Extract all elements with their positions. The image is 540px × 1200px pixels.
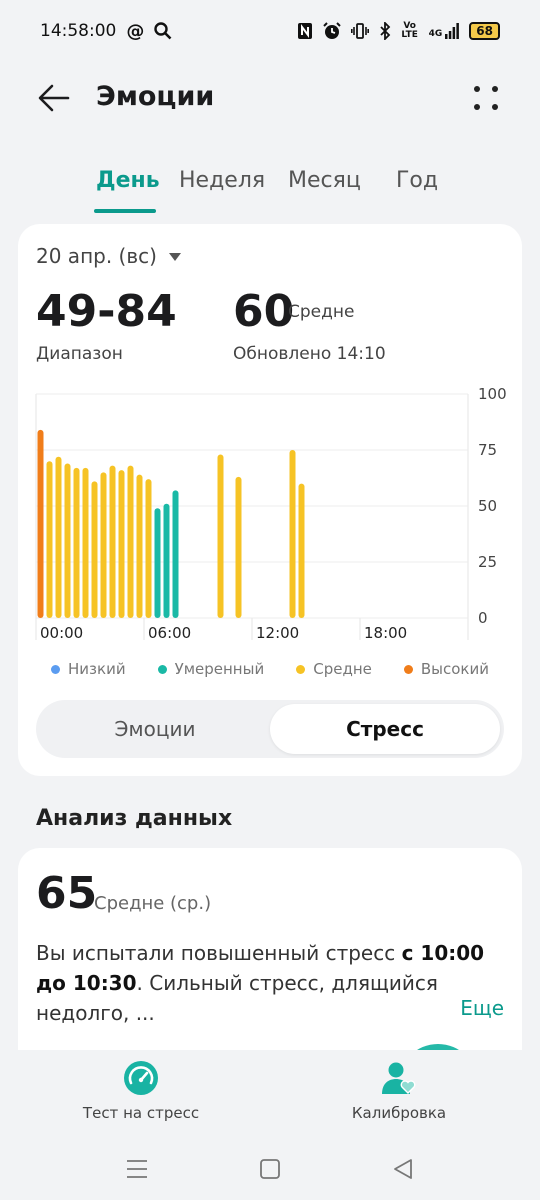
back-arrow-icon[interactable]	[36, 80, 72, 116]
legend-low-label: Низкий	[68, 660, 126, 678]
chart-bar	[55, 456, 62, 618]
more-link[interactable]: Еще	[460, 996, 504, 1020]
tab-year[interactable]: Год	[396, 168, 438, 193]
active-tab-indicator	[94, 209, 156, 213]
chart-bar	[235, 476, 242, 618]
bluetooth-icon	[380, 22, 390, 40]
chart-bar	[109, 465, 116, 618]
x-tick-label: 12:00	[256, 624, 299, 642]
gauge-icon	[124, 1061, 158, 1095]
chart-bar	[298, 483, 305, 618]
chart-bar	[145, 479, 152, 618]
dropdown-caret-icon	[168, 253, 181, 261]
chart-bar	[163, 503, 170, 618]
home-icon[interactable]	[255, 1154, 285, 1184]
chart-bar	[127, 465, 134, 618]
legend-high-label: Высокий	[420, 660, 489, 678]
network-type: 4G	[428, 29, 443, 39]
back-triangle-icon[interactable]	[388, 1154, 418, 1184]
legend-moderate-label: Умеренный	[174, 660, 265, 678]
chart-bar	[64, 463, 71, 618]
system-nav-bar	[0, 1140, 540, 1200]
analysis-section-title: Анализ данных	[36, 806, 233, 831]
chart-bar	[91, 481, 98, 618]
chart-bar	[118, 470, 125, 618]
calibration-button[interactable]: Калибровка	[299, 1060, 499, 1122]
date-label: 20 апр. (вс)	[36, 244, 157, 268]
chart-bar	[172, 490, 179, 618]
chart-bar	[136, 474, 143, 618]
nfc-icon	[297, 23, 312, 39]
average-level: Средне	[288, 302, 355, 322]
person-heart-icon	[382, 1062, 416, 1094]
calibration-label: Калибровка	[351, 1104, 447, 1122]
vibrate-icon	[350, 23, 369, 39]
period-tabs: День Неделя Месяц Год	[0, 160, 540, 216]
battery-indicator: 68	[469, 22, 500, 40]
signal-4g-icon: 4G	[429, 23, 460, 39]
tab-week[interactable]: Неделя	[179, 168, 265, 193]
alarm-icon	[322, 22, 341, 39]
status-bar: 14:58:00 @ Vo LTE 4G 68	[0, 0, 540, 62]
chart-bar	[289, 450, 296, 618]
y-tick-label: 50	[478, 497, 497, 515]
legend-moderate-dot	[157, 664, 167, 674]
more-options-icon[interactable]	[470, 82, 502, 114]
x-tick-label: 18:00	[364, 624, 407, 642]
chart-bar	[46, 461, 53, 618]
segment-emotions[interactable]: Эмоции	[40, 704, 270, 754]
analysis-level: Средне	[94, 893, 165, 914]
x-tick-label: 00:00	[40, 624, 83, 642]
x-tick-label: 06:00	[148, 624, 191, 642]
legend-medium-label: Средне	[313, 660, 372, 678]
tab-month[interactable]: Месяц	[288, 168, 361, 193]
volte-icon: Vo LTE	[401, 21, 418, 40]
page-title: Эмоции	[96, 81, 215, 112]
analysis-text: Вы испытали повышенный стресс с 10:00 до…	[36, 938, 504, 1028]
stress-test-label: Тест на стресс	[82, 1104, 200, 1122]
legend-medium-dot	[296, 664, 306, 674]
analysis-text-start: Вы испытали повышенный стресс	[36, 941, 402, 965]
range-value: 49-84	[36, 286, 177, 337]
legend-low: Низкий	[51, 660, 126, 678]
search-icon	[154, 22, 172, 40]
y-tick-label: 100	[478, 385, 507, 403]
chart-bar	[100, 472, 107, 618]
legend-medium: Средне	[296, 660, 372, 678]
legend-low-dot	[51, 664, 60, 674]
chart-bar	[82, 467, 89, 618]
analysis-value: 65	[36, 868, 98, 919]
menu-icon[interactable]	[122, 1154, 152, 1184]
mode-segmented-control: Эмоции Стресс	[36, 700, 504, 758]
y-tick-label: 75	[478, 441, 497, 459]
chart-bar	[154, 508, 161, 618]
tab-day[interactable]: День	[96, 168, 160, 193]
status-time: 14:58:00	[40, 21, 117, 41]
y-tick-label: 0	[478, 609, 488, 627]
emotion-summary-card: 20 апр. (вс) 49-84 Диапазон 60 Средне Об…	[18, 224, 522, 776]
chart-legend: Низкий Умеренный Средне Высокий	[18, 660, 522, 678]
legend-high-dot	[403, 664, 413, 674]
app-header: Эмоции	[0, 70, 540, 130]
chart-bar	[217, 454, 224, 618]
y-tick-label: 25	[478, 553, 497, 571]
average-value: 60	[233, 286, 295, 337]
chart-bar	[37, 429, 44, 618]
stress-test-button[interactable]: Тест на стресс	[41, 1060, 241, 1122]
chart-bar	[73, 467, 80, 618]
bottom-action-bar: Тест на стресс Калибровка	[0, 1050, 540, 1140]
date-selector[interactable]: 20 апр. (вс)	[36, 244, 181, 268]
legend-high: Высокий	[403, 660, 489, 678]
updated-time: Обновлено 14:10	[233, 344, 386, 364]
analysis-avg-note: (ср.)	[170, 893, 212, 914]
segment-stress[interactable]: Стресс	[270, 704, 500, 754]
at-icon: @	[126, 20, 145, 42]
legend-moderate: Умеренный	[157, 660, 265, 678]
range-label: Диапазон	[36, 344, 123, 364]
stress-bar-chart[interactable]: 100 75 50 25 0 00:00 06:00 12:00 18:00	[18, 382, 522, 652]
